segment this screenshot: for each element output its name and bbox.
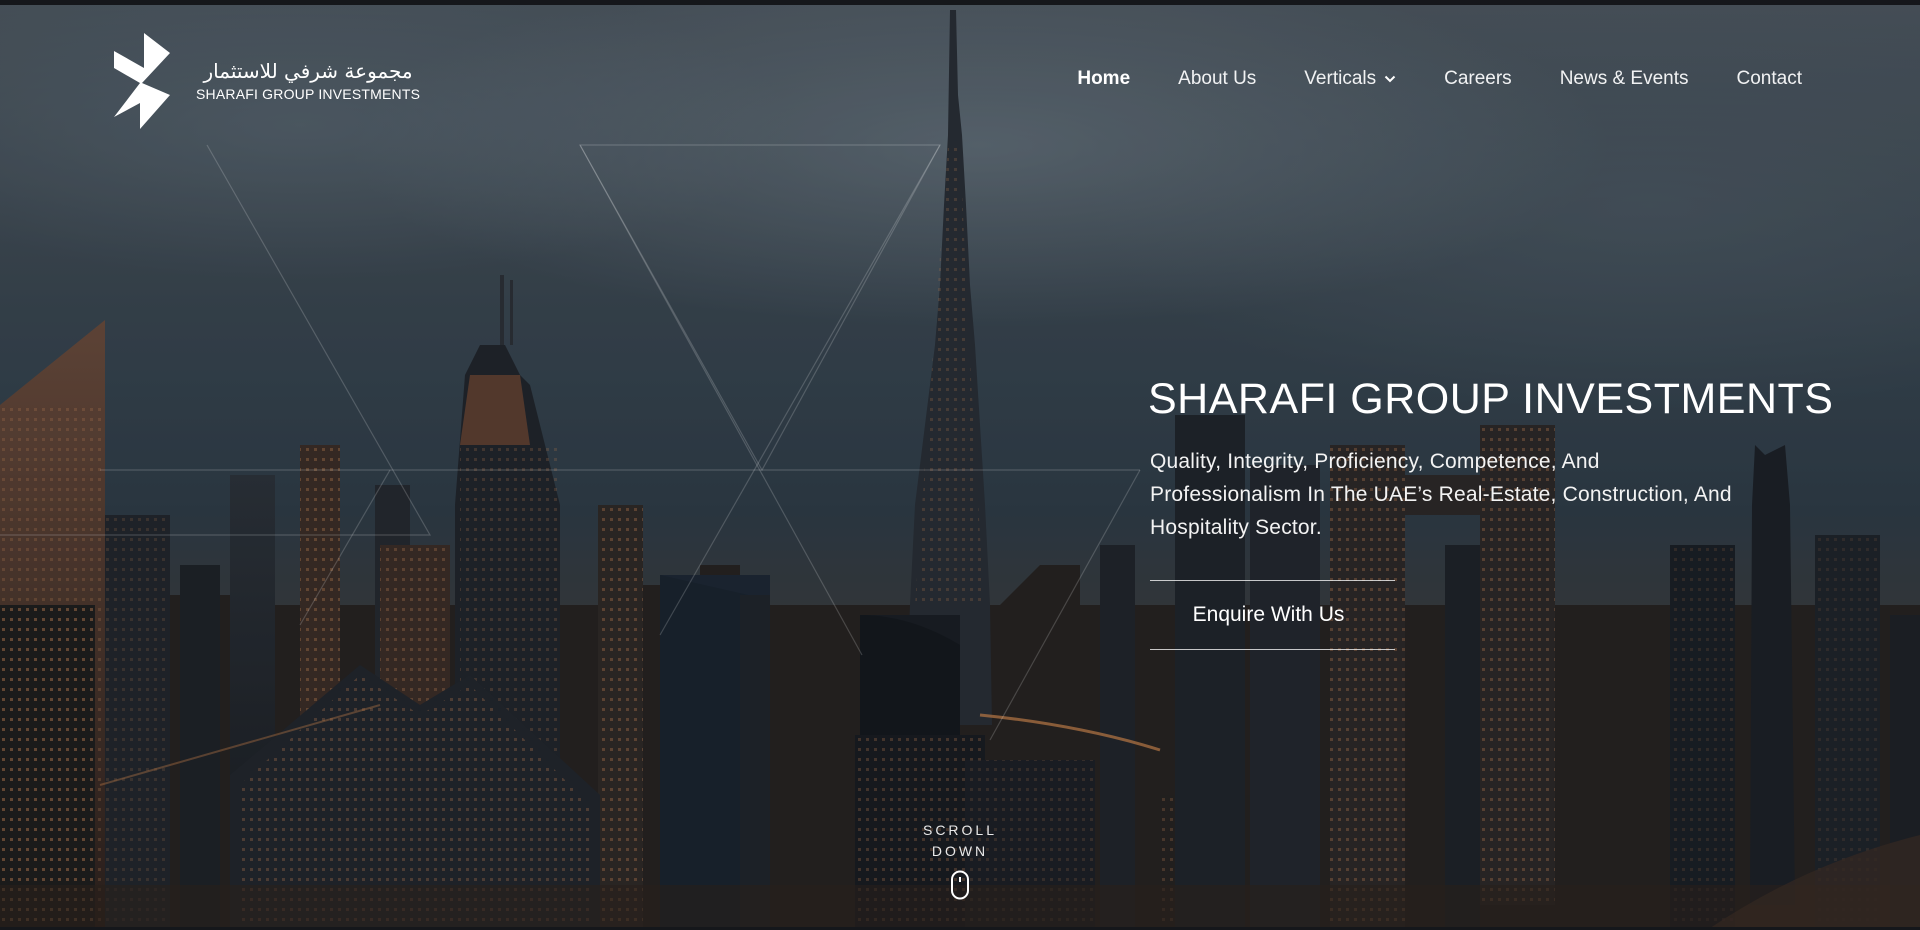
scroll-label-line2: DOWN bbox=[931, 843, 989, 859]
sharafi-logo-icon bbox=[114, 33, 170, 129]
nav-home[interactable]: Home bbox=[1077, 68, 1130, 90]
brand-logo[interactable]: مجموعة شرفي للاستثمار SHARAFI GROUP INVE… bbox=[114, 33, 420, 129]
nav-contact[interactable]: Contact bbox=[1737, 68, 1802, 90]
hero-section: مجموعة شرفي للاستثمار SHARAFI GROUP INVE… bbox=[0, 0, 1920, 930]
hero-subtitle: Quality, Integrity, Proficiency, Compete… bbox=[1150, 450, 1732, 539]
nav-about-us-label: About Us bbox=[1178, 68, 1257, 89]
nav-verticals-label: Verticals bbox=[1304, 68, 1377, 89]
hero-title: SHARAFI GROUP INVESTMENTS bbox=[1148, 375, 1834, 423]
brand-name-arabic: مجموعة شرفي للاستثمار bbox=[203, 59, 413, 83]
nav-careers-label: Careers bbox=[1444, 68, 1512, 89]
nav-about-us[interactable]: About Us bbox=[1178, 68, 1256, 90]
mouse-scroll-icon bbox=[951, 870, 969, 900]
scroll-label-line1: SCROLL bbox=[922, 822, 998, 838]
brand-name: مجموعة شرفي للاستثمار SHARAFI GROUP INVE… bbox=[196, 59, 420, 103]
chevron-down-icon bbox=[1384, 75, 1396, 83]
nav-home-label: Home bbox=[1077, 68, 1131, 89]
brand-name-english: SHARAFI GROUP INVESTMENTS bbox=[196, 86, 421, 102]
scroll-down-indicator[interactable]: SCROLL DOWN bbox=[910, 820, 1010, 900]
main-navigation: Home About Us Verticals Careers News & E… bbox=[1077, 68, 1802, 90]
nav-news-events[interactable]: News & Events bbox=[1560, 68, 1689, 90]
nav-news-events-label: News & Events bbox=[1559, 68, 1689, 89]
enquire-button[interactable]: Enquire With Us bbox=[1150, 580, 1395, 650]
nav-verticals[interactable]: Verticals bbox=[1304, 68, 1396, 90]
nav-contact-label: Contact bbox=[1736, 68, 1802, 89]
nav-careers[interactable]: Careers bbox=[1444, 68, 1512, 90]
